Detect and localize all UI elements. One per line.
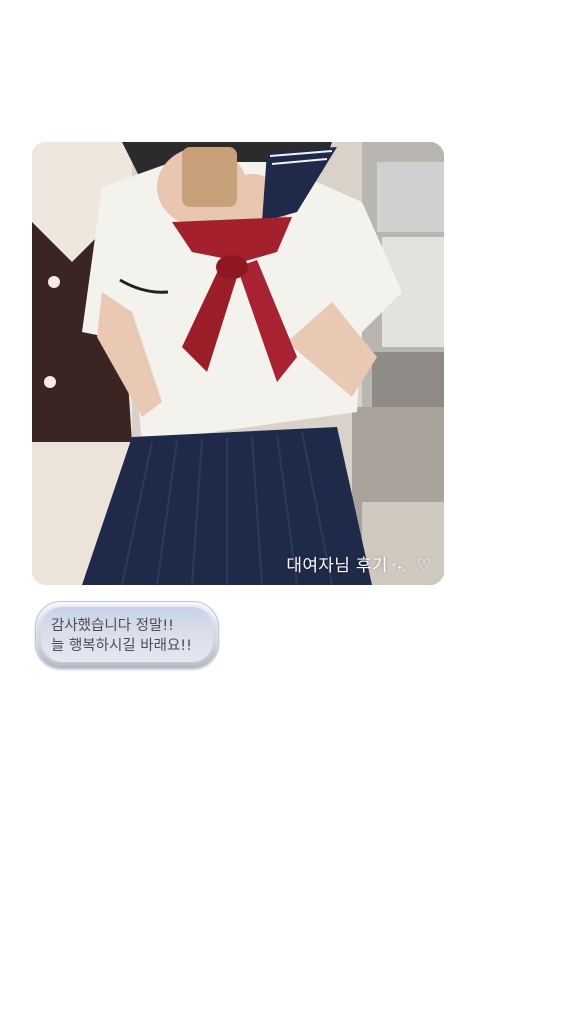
heart-icon: ♡ bbox=[416, 556, 432, 576]
message-line-2: 늘 행복하시길 바래요!! bbox=[51, 638, 192, 654]
sparkle-icon: ⁺˖. bbox=[390, 560, 407, 574]
message-line-1: 감사했습니다 정말!! bbox=[51, 618, 174, 634]
message-bubble-body: 감사했습니다 정말!! 늘 행복하시길 바래요!! bbox=[41, 607, 213, 662]
review-caption: 대여자님 후기 ⁺˖. ♡ bbox=[286, 551, 432, 576]
message-bubble: 감사했습니다 정말!! 늘 행복하시길 바래요!! bbox=[35, 601, 219, 669]
caption-text: 대여자님 후기 bbox=[286, 556, 388, 576]
story-screen: 대여자님 후기 ⁺˖. ♡ 감사했습니다 정말!! 늘 행복하시길 바래요!! bbox=[0, 0, 576, 1024]
review-photo: 대여자님 후기 ⁺˖. ♡ bbox=[32, 142, 444, 585]
uniform-photo-illustration bbox=[32, 142, 444, 585]
